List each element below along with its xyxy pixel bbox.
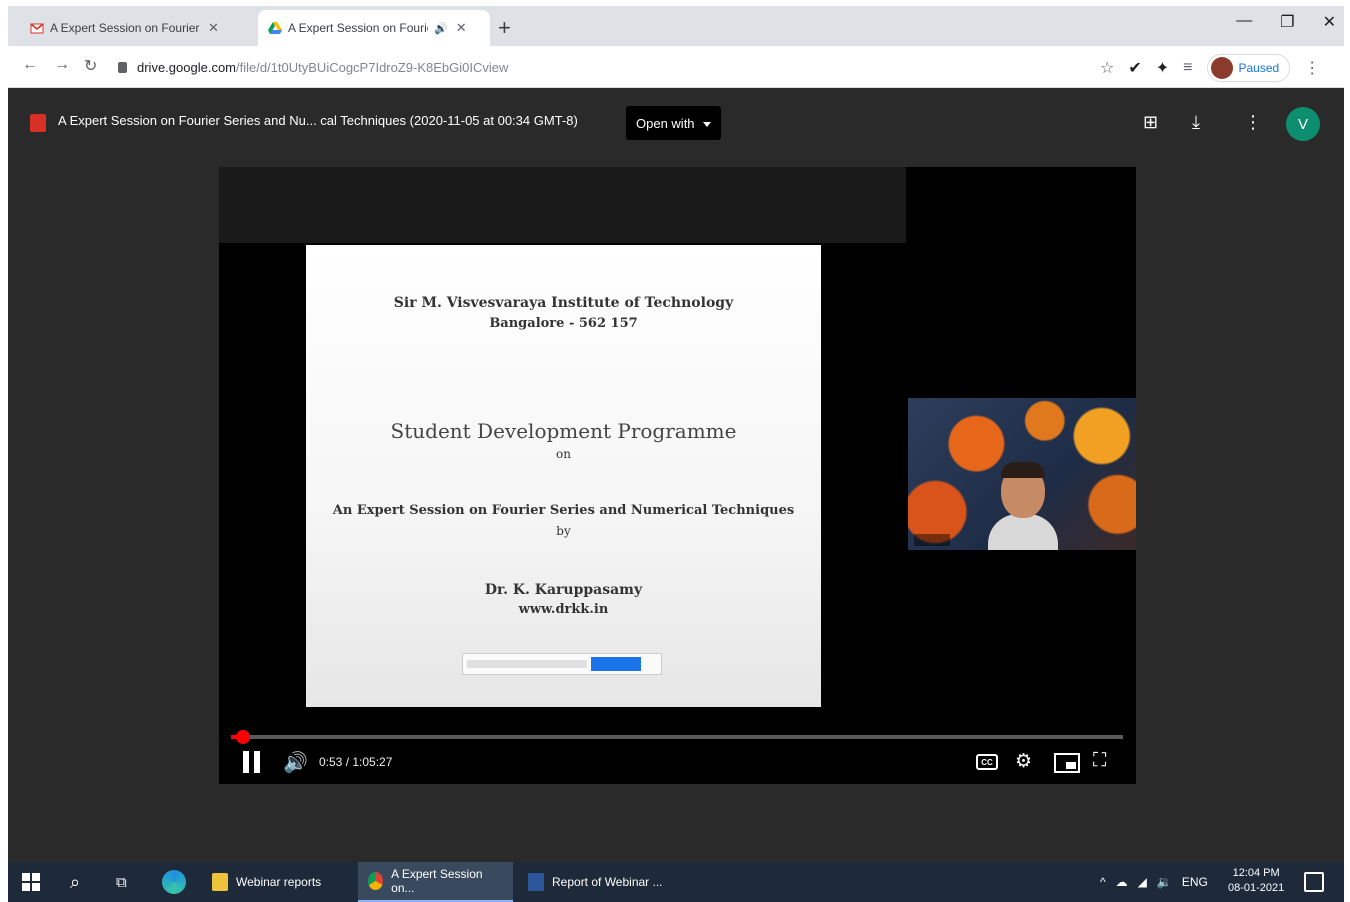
clock-time: 12:04 PM	[1232, 867, 1280, 879]
lock-icon	[118, 61, 127, 73]
presentation-slide: Sir M. Visvesvaraya Institute of Technol…	[306, 245, 821, 707]
tab-title: A Expert Session on Fourie	[288, 21, 428, 35]
pause-button[interactable]	[243, 751, 260, 773]
windows-taskbar: ⌕ ⧉ Webinar reports A Expert Session on.…	[8, 862, 1344, 902]
start-button[interactable]	[22, 862, 40, 902]
volume-tray-icon[interactable]: 🔉	[1157, 875, 1172, 889]
profile-button[interactable]: Paused	[1206, 54, 1291, 82]
slide-by: by	[556, 524, 571, 538]
puzzle-extension-icon[interactable]: ✦	[1156, 58, 1169, 78]
webcam-feed	[908, 398, 1136, 550]
close-window-icon[interactable]: ✕	[1323, 12, 1336, 32]
browser-tab[interactable]: A Expert Session on Fourier Seri ✕	[20, 10, 258, 46]
screen-share-bar	[462, 653, 662, 675]
new-tab-icon[interactable]: +	[498, 15, 511, 41]
address-bar[interactable]: drive.google.com/file/d/1t0UtyBUiCogcP7I…	[118, 54, 1098, 80]
slide-speaker: Dr. K. Karuppasamy	[484, 582, 643, 598]
notification-center-icon[interactable]	[1304, 872, 1324, 892]
system-tray: ^ ☁ ◢ 🔉 ENG	[1100, 862, 1208, 902]
slide-website: www.drkk.in	[518, 602, 609, 617]
clock-date: 08-01-2021	[1228, 882, 1285, 894]
slide-programme: Student Development Programme	[390, 419, 737, 443]
browser-toolbar: ← → ↻ drive.google.com/file/d/1t0UtyBUiC…	[8, 46, 1344, 88]
speaker-icon[interactable]: 🔊	[434, 22, 448, 35]
taskbar-app-chrome[interactable]: A Expert Session on...	[358, 862, 513, 902]
drive-icon	[268, 21, 282, 35]
slide-topic: An Expert Session on Fourier Series and …	[332, 503, 795, 518]
profile-status: Paused	[1238, 61, 1280, 75]
system-clock[interactable]: 12:04 PM 08-01-2021	[1228, 866, 1284, 896]
close-tab-icon[interactable]: ✕	[208, 20, 219, 36]
back-icon[interactable]: ←	[22, 56, 38, 74]
avatar	[1210, 57, 1233, 79]
browser-tab-active[interactable]: A Expert Session on Fourie 🔊 ✕	[258, 10, 490, 46]
taskbar-app-label: Report of Webinar ...	[552, 875, 663, 889]
language-indicator[interactable]: ENG	[1182, 875, 1208, 889]
gmail-icon	[30, 21, 44, 35]
toolbar-icons: ☆ ✔ ✦ ≡ Paused ⋮	[1100, 54, 1320, 82]
taskbar-app-folder[interactable]: Webinar reports	[202, 862, 331, 902]
folder-icon	[212, 873, 228, 891]
volume-icon[interactable]: 🔊	[283, 750, 308, 775]
minimize-icon[interactable]: —	[1236, 12, 1252, 32]
taskbar-app-word[interactable]: Report of Webinar ...	[518, 862, 673, 902]
stop-sharing-button	[591, 657, 641, 671]
word-icon	[528, 873, 544, 891]
captions-icon[interactable]: CC	[976, 754, 998, 770]
player-controls: 🔊 0:53 / 1:05:27 CC ⚙ ⛶	[219, 745, 1136, 781]
chrome-icon	[368, 872, 384, 890]
share-bar-text	[467, 660, 587, 668]
slide-city: Bangalore - 562 157	[489, 316, 638, 331]
url-path: /file/d/1t0UtyBUiCogcP7IdroZ9-K8EbGi0ICv…	[236, 59, 509, 75]
edge-browser-icon[interactable]	[162, 862, 186, 902]
presenter-figure	[988, 462, 1058, 550]
drive-viewer: A Expert Session on Fourier Series and N…	[8, 88, 1344, 862]
user-avatar[interactable]: V	[1286, 107, 1320, 141]
download-icon[interactable]: ⤓	[1192, 112, 1200, 133]
forward-icon[interactable]: →	[54, 56, 70, 74]
add-to-drive-icon[interactable]: ⊞	[1143, 112, 1158, 133]
scrubber-handle[interactable]	[235, 730, 250, 744]
network-icon[interactable]: ◢	[1138, 875, 1147, 889]
url-domain: drive.google.com	[137, 59, 236, 75]
progress-bar[interactable]	[231, 730, 1123, 744]
reload-icon[interactable]: ↻	[84, 56, 97, 76]
search-icon[interactable]: ⌕	[70, 862, 80, 902]
open-with-label: Open with	[636, 115, 695, 131]
tab-title: A Expert Session on Fourier Seri	[50, 21, 200, 35]
window-controls: — ❐ ✕	[1236, 12, 1336, 32]
video-player[interactable]: Sir M. Visvesvaraya Institute of Technol…	[219, 167, 1136, 784]
miniplayer-icon[interactable]	[1054, 753, 1080, 773]
media-control-icon[interactable]: ≡	[1183, 59, 1192, 77]
slide-on: on	[556, 447, 571, 461]
star-icon[interactable]: ☆	[1100, 58, 1114, 78]
browser-tab-strip: A Expert Session on Fourier Seri ✕ A Exp…	[8, 6, 1344, 46]
more-actions-icon[interactable]: ⋮	[1244, 112, 1262, 133]
close-tab-icon[interactable]: ✕	[456, 20, 467, 36]
settings-gear-icon[interactable]: ⚙	[1015, 750, 1032, 773]
video-file-icon	[30, 114, 46, 132]
checkmark-extension-icon[interactable]: ✔	[1128, 58, 1141, 78]
chevron-down-icon	[702, 121, 711, 127]
onedrive-icon[interactable]: ☁	[1116, 875, 1128, 889]
taskbar-app-label: A Expert Session on...	[391, 867, 483, 895]
restore-icon[interactable]: ❐	[1280, 12, 1294, 32]
player-top-overlay	[219, 167, 906, 243]
slide-institute: Sir M. Visvesvaraya Institute of Technol…	[393, 295, 734, 311]
menu-dots-icon[interactable]: ⋮	[1304, 58, 1320, 78]
fullscreen-icon[interactable]: ⛶	[1093, 750, 1106, 772]
windows-logo-icon	[22, 873, 40, 891]
chevron-up-icon[interactable]: ^	[1100, 875, 1106, 889]
open-with-button[interactable]: Open with	[626, 106, 721, 140]
task-view-icon[interactable]: ⧉	[116, 862, 127, 902]
time-display: 0:53 / 1:05:27	[319, 755, 393, 769]
taskbar-app-label: Webinar reports	[236, 875, 322, 889]
webcam-name-tag	[914, 534, 951, 546]
file-title: A Expert Session on Fourier Series and N…	[58, 113, 578, 128]
